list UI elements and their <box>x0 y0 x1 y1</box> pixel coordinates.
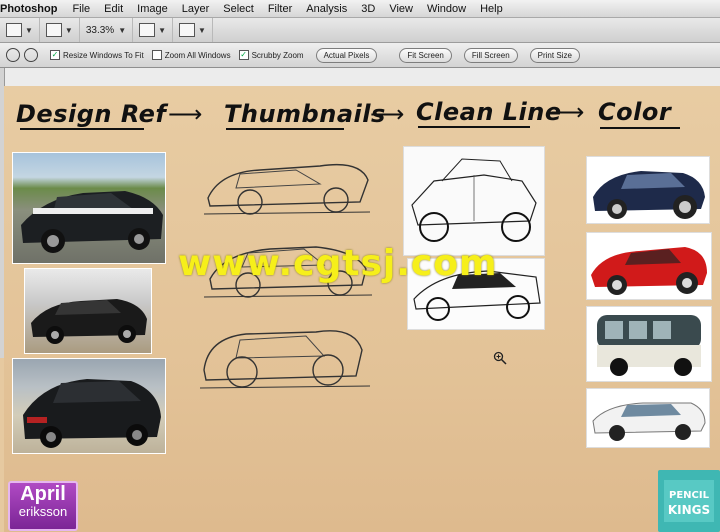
presenter-badge: April eriksson <box>8 481 78 531</box>
tool-options-bar: ✓ Resize Windows To Fit Zoom All Windows… <box>0 43 720 68</box>
menu-help[interactable]: Help <box>473 3 510 15</box>
zoom-out-icon[interactable] <box>24 48 38 62</box>
presenter-first-name: April <box>20 483 66 505</box>
menu-bar: Photoshop File Edit Image Layer Select F… <box>0 0 720 18</box>
print-size-button[interactable]: Print Size <box>529 47 580 63</box>
clean-line-drawing-1 <box>403 146 545 256</box>
underline-color <box>600 127 680 129</box>
logo-line-2: KINGS <box>668 503 710 517</box>
zoom-level-group[interactable]: 33.3% ▼ <box>80 18 134 42</box>
car-photo-3 <box>23 379 161 448</box>
thumbnail-sketch-1 <box>203 163 371 215</box>
heading-design-ref: Design Ref <box>16 100 167 128</box>
dropdown-arrow-icon: ▼ <box>198 25 206 35</box>
car-photo-2 <box>31 299 147 344</box>
screen-mode-group[interactable]: ▼ <box>173 18 213 42</box>
checkbox-checked-icon: ✓ <box>50 50 60 60</box>
menu-filter[interactable]: Filter <box>261 3 299 15</box>
color-render-2 <box>586 232 712 300</box>
zoom-cursor-icon <box>493 351 507 365</box>
menu-layer[interactable]: Layer <box>175 3 217 15</box>
reference-photo-1 <box>12 152 166 264</box>
arrange-documents-group[interactable]: ▼ <box>133 18 174 42</box>
color-render-3 <box>586 306 712 382</box>
checkbox-unchecked-icon <box>151 50 162 60</box>
zoom-all-windows-label: Zoom All Windows <box>164 50 231 60</box>
heading-clean-line: Clean Line <box>416 98 562 126</box>
zoom-level-value[interactable]: 33.3% <box>86 25 114 36</box>
fill-screen-button[interactable]: Fill Screen <box>463 47 518 63</box>
scrubby-zoom-label: Scrubby Zoom <box>251 50 304 60</box>
menu-window[interactable]: Window <box>420 3 473 15</box>
scrubby-zoom-checkbox[interactable]: ✓ Scrubby Zoom <box>238 50 304 60</box>
white-car-render <box>592 402 706 441</box>
underline-clean-line <box>418 126 530 128</box>
thumbnail-sketch-3 <box>199 330 371 389</box>
presenter-last-name: eriksson <box>18 504 68 519</box>
arrow-right-icon: ⟶ <box>168 101 203 128</box>
underline-design-ref <box>20 128 144 130</box>
arrow-right-icon: ⟶ <box>550 99 585 126</box>
dropdown-arrow-icon: ▼ <box>118 25 127 35</box>
heading-color: Color <box>598 98 672 126</box>
menu-view[interactable]: View <box>382 3 420 15</box>
arrange-documents-icon <box>139 23 156 37</box>
logo-line-1: PENCIL <box>669 490 710 501</box>
blue-car-render <box>593 171 705 219</box>
menu-edit[interactable]: Edit <box>97 3 130 15</box>
reference-photo-2 <box>24 268 152 354</box>
pencil-kings-logo: PENCIL KINGS <box>658 470 720 532</box>
dune-buggy-lineart <box>411 158 537 242</box>
color-render-4 <box>586 388 710 448</box>
horizontal-ruler <box>0 68 720 87</box>
color-render-1 <box>586 156 710 224</box>
actual-pixels-button[interactable]: Actual Pixels <box>315 47 378 63</box>
underline-thumbnails <box>226 128 344 130</box>
zoom-tool-icon[interactable] <box>6 48 20 62</box>
resize-windows-checkbox[interactable]: ✓ Resize Windows To Fit <box>50 50 144 60</box>
menu-analysis[interactable]: Analysis <box>299 3 354 15</box>
menu-file[interactable]: File <box>65 3 97 15</box>
resize-windows-label: Resize Windows To Fit <box>63 50 144 60</box>
fit-screen-button[interactable]: Fit Screen <box>399 47 452 63</box>
car-photo-1 <box>21 191 163 253</box>
watermark-text: www.cgtsj.com <box>178 243 498 284</box>
bridge-icon <box>6 23 22 37</box>
dropdown-arrow-icon: ▼ <box>25 25 33 35</box>
application-bar: ▼ ▼ 33.3% ▼ ▼ ▼ <box>0 18 720 43</box>
launch-bridge-group[interactable]: ▼ <box>0 18 40 42</box>
menu-select[interactable]: Select <box>216 3 261 15</box>
checkbox-checked-icon: ✓ <box>238 50 249 60</box>
vw-bus-render <box>597 315 701 376</box>
zoom-all-windows-checkbox[interactable]: Zoom All Windows <box>151 50 231 60</box>
view-extras-group[interactable]: ▼ <box>40 18 80 42</box>
arrow-right-icon: ⟶ <box>370 101 405 128</box>
dropdown-arrow-icon: ▼ <box>64 25 73 35</box>
view-extras-icon <box>45 23 62 37</box>
heading-thumbnails: Thumbnails <box>224 100 386 128</box>
menu-3d[interactable]: 3D <box>354 3 382 15</box>
red-car-render <box>591 247 707 295</box>
screen-mode-icon <box>179 23 196 37</box>
menu-image[interactable]: Image <box>130 3 175 15</box>
dropdown-arrow-icon: ▼ <box>158 25 167 35</box>
app-name[interactable]: Photoshop <box>0 3 65 15</box>
reference-photo-3 <box>12 358 166 454</box>
